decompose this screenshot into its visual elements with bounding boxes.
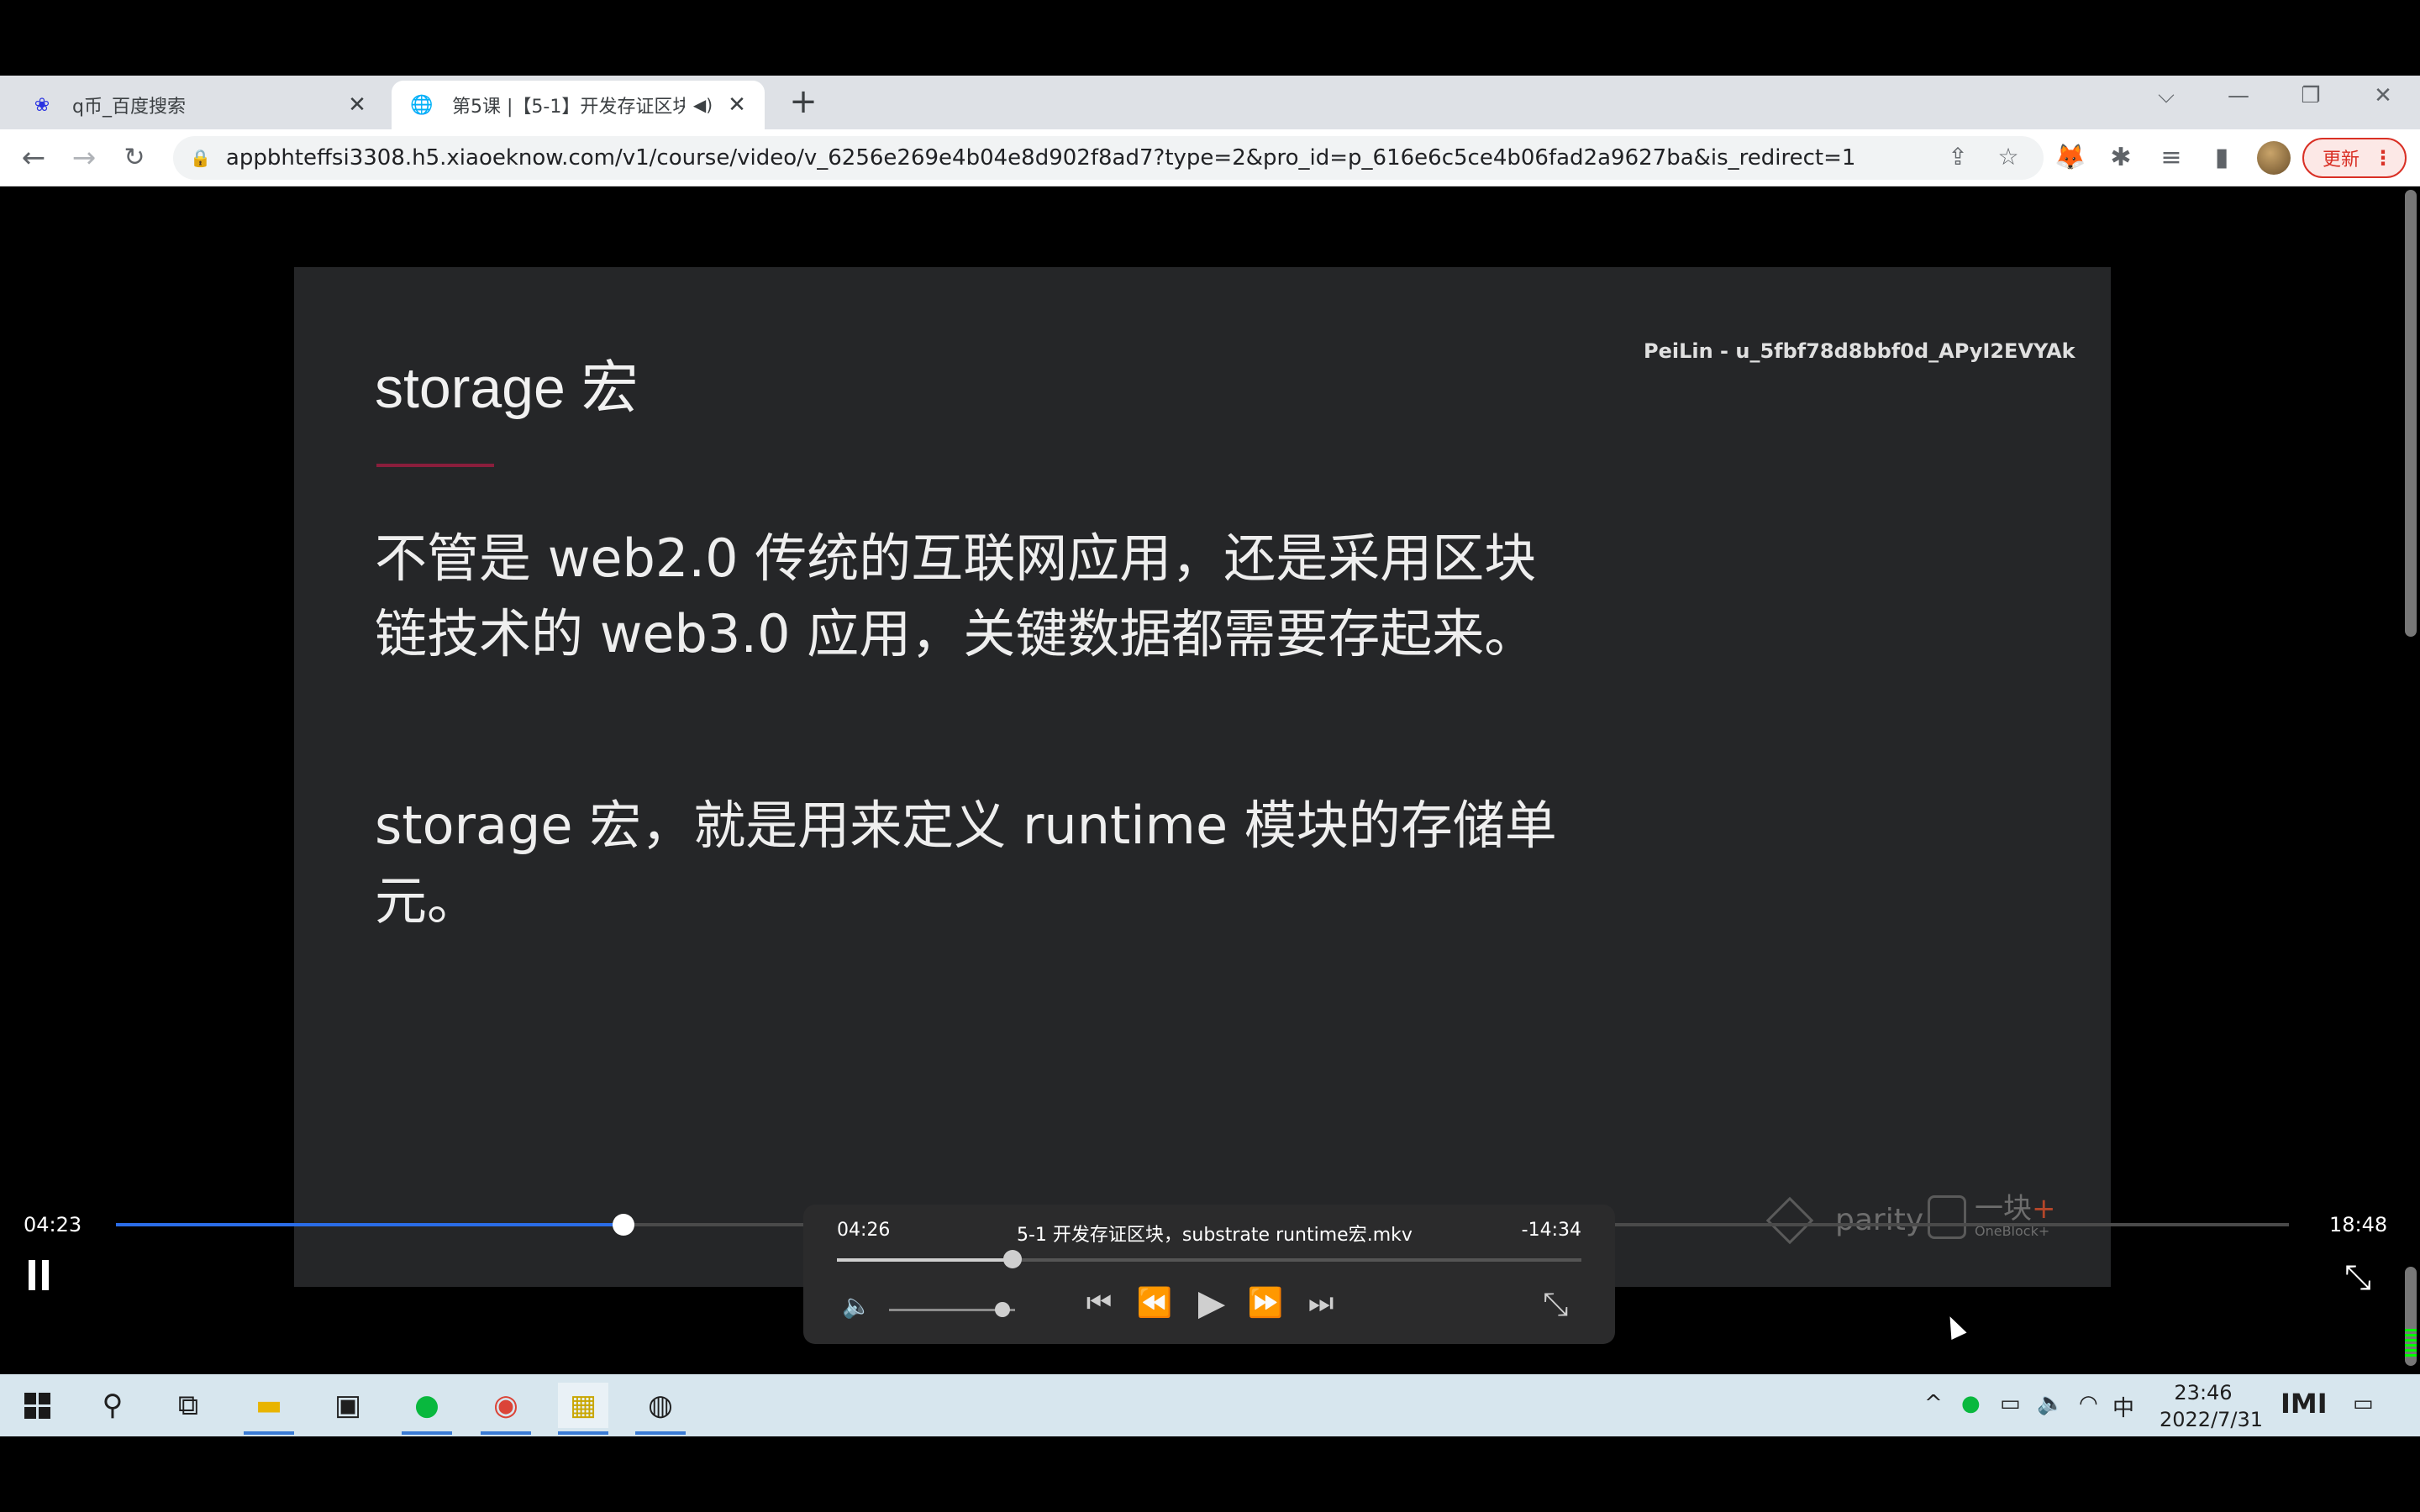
exit-fullscreen-icon[interactable]: ⤡ [2344,1258,2371,1297]
play-icon[interactable]: ▶ [1186,1282,1237,1324]
browser-toolbar: ← → ↻ 🔒 appbhteffsi3308.h5.xiaoeknow.com… [0,129,2420,186]
back-button[interactable]: ← [15,139,52,176]
mini-seek-handle[interactable] [1002,1250,1022,1268]
volume-icon[interactable]: 🔈 [842,1292,871,1320]
close-tab-icon[interactable]: ✕ [345,92,370,118]
collapse-player-icon[interactable]: ⤡ [1543,1285,1568,1323]
clock-time: 23:46 [2174,1381,2233,1404]
mini-media-title: 5-1 开发存证区块，substrate runtime宏.mkv [1017,1225,1413,1246]
wechat-icon[interactable]: ● [402,1383,452,1435]
terminal-icon[interactable]: ▣ [323,1383,373,1428]
tab-baidu-search[interactable]: ❀ q币_百度搜索 ✕ [12,81,385,129]
screen-bottom-border [0,1436,2420,1512]
file-explorer-icon[interactable]: ▬ [244,1383,294,1435]
update-label: 更新 [2323,150,2360,171]
edge-indicator [2405,1329,2417,1359]
mini-current-time: 04:26 [837,1220,891,1241]
side-panel-icon[interactable]: ▮ [2205,141,2238,175]
puzzle-extensions-icon[interactable]: ✱ [2104,141,2138,175]
tray-overflow-icon[interactable]: ^ [1924,1391,1943,1416]
avatar[interactable] [2257,141,2291,175]
ime-indicator[interactable]: 中 [2112,1391,2134,1422]
tab-search-dropdown-icon[interactable]: ⌵ [2149,79,2183,113]
forward-button[interactable]: → [66,139,103,176]
volume-tray-icon[interactable]: 🔈 [2037,1391,2064,1416]
windows-taskbar: ⚲ ⧉ ▬ ▣ ● ◉ ▦ ◍ ^ ● ▭ 🔈 ◠ 中 23:46 2022/7… [0,1374,2420,1436]
close-window-button[interactable]: ✕ [2366,79,2400,113]
wifi-icon[interactable]: ◠ [2079,1391,2098,1416]
globe-icon: 🌐 [410,94,434,116]
address-bar[interactable]: 🔒 appbhteffsi3308.h5.xiaoeknow.com/v1/co… [173,136,2044,180]
obs-icon[interactable]: ◍ [635,1383,686,1435]
lecture-slide: storage 宏 PeiLin - u_5fbf78d8bbf0d_APyI2… [294,267,2111,1287]
notification-center-icon[interactable]: ▭ [2353,1391,2374,1416]
reading-list-icon[interactable]: ≡ [2154,141,2188,175]
system-clock[interactable]: 23:46 2022/7/31 [2160,1379,2264,1433]
tab-strip: ❀ q币_百度搜索 ✕ 🌐 第5课 |【5-1】开发存证区块 ◀) ✕ [0,76,2420,129]
close-tab-icon[interactable]: ✕ [724,92,750,118]
update-button[interactable]: 更新 ⋮ [2302,138,2407,178]
mini-remaining-time: -14:34 [1521,1220,1581,1241]
duration-time: 18:48 [2329,1213,2388,1236]
new-tab-button[interactable]: + [786,81,820,123]
user-watermark: PeiLin - u_5fbf78d8bbf0d_APyI2EVYAk [1644,339,2075,363]
slide-paragraph-2: storage 宏，就是用来定义 runtime 模块的存储单元。 [375,795,1557,932]
scrollbar-thumb[interactable] [2405,190,2417,637]
tab-title: q币_百度搜索 [72,97,186,118]
wechat-tray-icon[interactable]: ● [1961,1391,1981,1416]
oneblock-logo: 一块+ OneBlock+ [1928,1194,2056,1239]
volume-slider[interactable] [889,1302,1015,1317]
rewind-icon[interactable]: ⏪ [1129,1282,1180,1324]
skip-to-end-icon[interactable]: ⏭ [1296,1282,1346,1324]
oneblock-cn: 一块 [1975,1192,2032,1226]
baidu-paw-icon: ❀ [34,94,50,116]
slide-title: storage 宏 [375,356,639,420]
task-view-icon[interactable]: ⧉ [163,1383,213,1428]
oneblock-box-icon [1928,1194,1966,1239]
pause-button[interactable] [24,1260,54,1290]
bookmark-star-icon[interactable]: ☆ [1993,143,2023,171]
seek-bar-played [116,1223,624,1226]
title-divider [376,464,494,467]
search-icon[interactable]: ⚲ [87,1383,138,1428]
parity-wordmark: parity [1835,1203,1924,1237]
battery-icon[interactable]: ▭ [2000,1391,2021,1416]
oneblock-plus: + [2032,1192,2056,1226]
current-time: 04:23 [24,1213,82,1236]
media-player-popup[interactable]: 04:26 5-1 开发存证区块，substrate runtime宏.mkv … [803,1205,1615,1344]
restore-button[interactable]: ❐ [2294,79,2328,113]
parity-logo: parity [1765,1196,1924,1244]
mini-seek-bar[interactable] [837,1250,1581,1268]
mini-seek-played [837,1258,1013,1262]
share-icon[interactable]: ⇪ [1943,143,1973,171]
minimize-button[interactable]: — [2222,79,2255,113]
skip-to-start-icon[interactable]: ⏮ [1074,1282,1124,1324]
seek-handle[interactable] [613,1214,635,1236]
volume-handle[interactable] [995,1302,1010,1317]
url-text[interactable]: appbhteffsi3308.h5.xiaoeknow.com/v1/cour… [226,145,1856,171]
lock-icon[interactable]: 🔒 [190,148,211,168]
clock-date: 2022/7/31 [2160,1408,2264,1431]
chrome-icon[interactable]: ◉ [481,1383,531,1435]
metamask-fox-icon[interactable]: 🦊 [2054,141,2087,175]
notes-app-icon[interactable]: ▦ [558,1383,608,1435]
slide-paragraph-1: 不管是 web2.0 传统的互联网应用，还是采用区块链技术的 web3.0 应用… [375,528,1537,664]
start-icon[interactable] [12,1383,62,1428]
tab-course-video[interactable]: 🌐 第5课 |【5-1】开发存证区块 ◀) ✕ [392,81,765,129]
imi-mark[interactable]: IMI [2281,1388,2328,1420]
mute-tab-icon[interactable]: ◀) [693,95,713,115]
fast-forward-icon[interactable]: ⏩ [1240,1282,1291,1324]
tab-title: 第5课 |【5-1】开发存证区块 [452,97,685,118]
parity-diamond-icon [1765,1196,1814,1244]
reload-button[interactable]: ↻ [116,139,153,176]
page-scrollbar[interactable] [2402,186,2420,1374]
more-menu-icon[interactable]: ⋮ [2373,146,2393,170]
